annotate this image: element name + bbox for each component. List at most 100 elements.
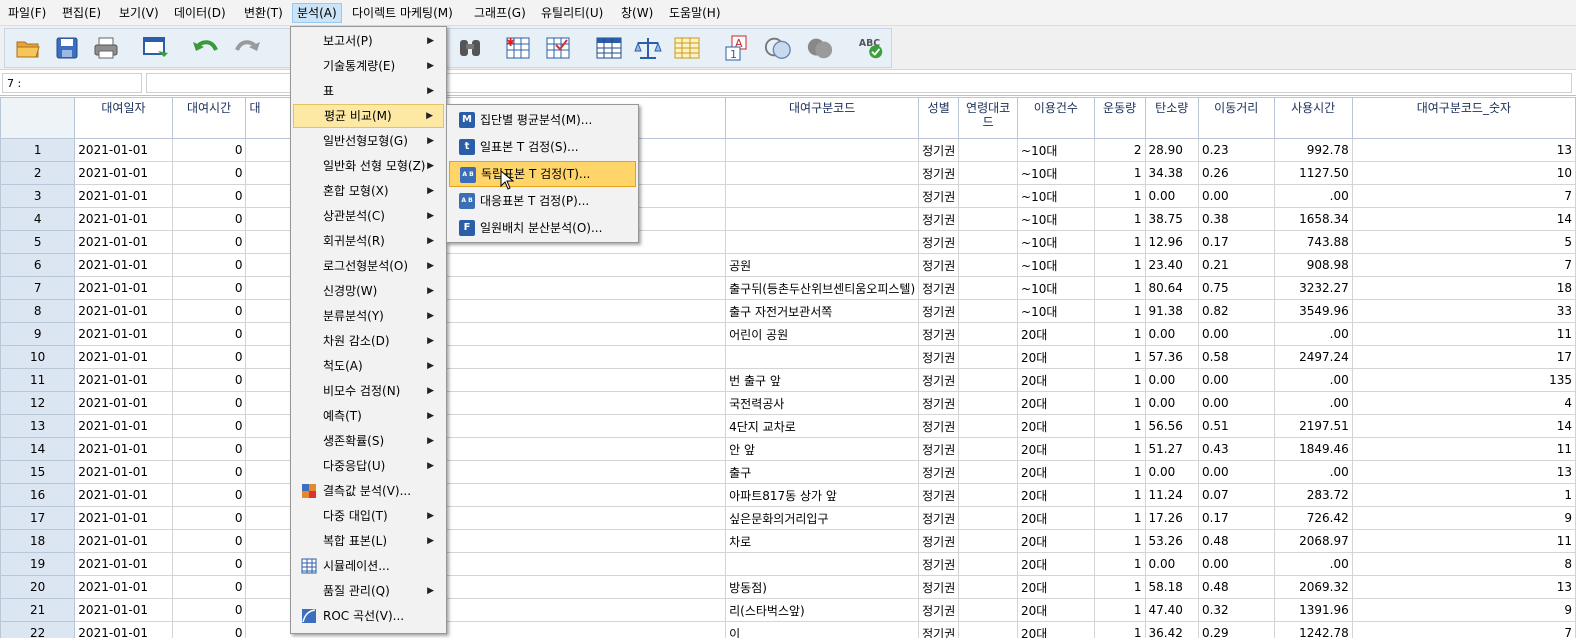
menu-item-nonparametric-tests[interactable]: 비모수 검정(N) ▶ xyxy=(293,379,444,403)
value-labels-icon[interactable]: A1 xyxy=(724,34,752,62)
table-cell[interactable]: 2068.97 xyxy=(1273,529,1353,553)
table-cell[interactable]: 2069.32 xyxy=(1273,575,1353,599)
table-cell[interactable]: 0.21 xyxy=(1197,253,1275,277)
table-cell[interactable]: .00 xyxy=(1273,552,1353,576)
table-cell[interactable]: 57.36 xyxy=(1144,345,1199,369)
table-cell[interactable]: 리(스타벅스앞) xyxy=(725,598,920,622)
save-icon[interactable] xyxy=(53,34,81,62)
table-cell[interactable]: 2197.51 xyxy=(1273,414,1353,438)
table-cell[interactable]: 2021-01-01 xyxy=(74,253,173,277)
table-cell[interactable]: 1 xyxy=(1093,460,1146,484)
table-cell[interactable]: 4 xyxy=(1351,391,1576,415)
table-cell[interactable] xyxy=(958,552,1019,576)
row-number[interactable]: 16 xyxy=(0,483,76,507)
table-cell[interactable]: 2021-01-01 xyxy=(74,207,173,231)
table-cell[interactable]: 0 xyxy=(171,529,247,553)
column-header[interactable]: 연령대코드 xyxy=(958,97,1019,139)
table-cell[interactable] xyxy=(958,414,1019,438)
column-header[interactable]: 이동거리 xyxy=(1197,97,1275,139)
table-cell[interactable]: 4단지 교차로 xyxy=(725,414,920,438)
table-cell[interactable]: 34.38 xyxy=(1144,161,1199,185)
table-cell[interactable]: 1 xyxy=(1093,299,1146,323)
menu-item-reports[interactable]: 보고서(P) ▶ xyxy=(293,29,444,53)
table-cell[interactable]: 1 xyxy=(1093,414,1146,438)
row-number[interactable]: 10 xyxy=(0,345,76,369)
table-cell[interactable]: 0.58 xyxy=(1197,345,1275,369)
spelling-icon[interactable]: ABC xyxy=(858,34,886,62)
table-cell[interactable]: 58.18 xyxy=(1144,575,1199,599)
table-cell[interactable]: 20대 xyxy=(1017,483,1095,507)
table-cell[interactable]: 2021-01-01 xyxy=(74,460,173,484)
table-cell[interactable]: ~10대 xyxy=(1017,161,1095,185)
column-header[interactable]: 대여구분코드_숫자 xyxy=(1351,97,1576,139)
table-cell[interactable]: 1242.78 xyxy=(1273,621,1353,638)
menu-item-simulation[interactable]: 시뮬레이션... xyxy=(293,554,444,578)
table-cell[interactable]: 11 xyxy=(1351,529,1576,553)
table-cell[interactable]: 11.24 xyxy=(1144,483,1199,507)
table-cell[interactable]: 0 xyxy=(171,230,247,254)
corner-cell[interactable] xyxy=(0,97,76,139)
table-cell[interactable]: 20대 xyxy=(1017,437,1095,461)
table-cell[interactable]: 7 xyxy=(1351,253,1576,277)
table-cell[interactable]: ~10대 xyxy=(1017,138,1095,162)
table-cell[interactable]: 정기권 xyxy=(918,322,960,346)
table-cell[interactable]: 출구 자전거보관서쪽 xyxy=(725,299,920,323)
column-header[interactable]: 이용건수 xyxy=(1017,97,1095,139)
submenu-item-independent-samples-t-test[interactable]: A B 독립표본 T 검정(T)... xyxy=(449,161,636,187)
table-cell[interactable]: 12.96 xyxy=(1144,230,1199,254)
table-cell[interactable] xyxy=(958,345,1019,369)
table-cell[interactable] xyxy=(958,598,1019,622)
table-cell[interactable]: .00 xyxy=(1273,460,1353,484)
redo-icon[interactable] xyxy=(233,34,261,62)
row-number[interactable]: 5 xyxy=(0,230,76,254)
menu-item-correlate[interactable]: 상관분석(C) ▶ xyxy=(293,204,444,228)
menu-item-survival[interactable]: 생존확률(S) ▶ xyxy=(293,429,444,453)
table-cell[interactable]: 1 xyxy=(1351,483,1576,507)
row-number[interactable]: 20 xyxy=(0,575,76,599)
table-cell[interactable]: 1 xyxy=(1093,276,1146,300)
row-number[interactable]: 4 xyxy=(0,207,76,231)
table-cell[interactable]: 2021-01-01 xyxy=(74,230,173,254)
table-cell[interactable] xyxy=(725,552,920,576)
row-number[interactable]: 17 xyxy=(0,506,76,530)
table-cell[interactable]: 726.42 xyxy=(1273,506,1353,530)
table-cell[interactable]: 0 xyxy=(171,253,247,277)
table-cell[interactable]: 2021-01-01 xyxy=(74,184,173,208)
table-cell[interactable]: 1 xyxy=(1093,483,1146,507)
table-cell[interactable]: 어린이 공원 xyxy=(725,322,920,346)
table-cell[interactable]: 51.27 xyxy=(1144,437,1199,461)
table-cell[interactable]: 1 xyxy=(1093,368,1146,392)
table-cell[interactable]: 1 xyxy=(1093,391,1146,415)
cell-reference-field[interactable]: 7 : xyxy=(2,73,142,93)
table-cell[interactable]: 0 xyxy=(171,414,247,438)
open-icon[interactable] xyxy=(14,34,42,62)
table-cell[interactable]: 정기권 xyxy=(918,230,960,254)
table-cell[interactable]: .00 xyxy=(1273,322,1353,346)
table-cell[interactable]: 정기권 xyxy=(918,506,960,530)
table-cell[interactable]: 0 xyxy=(171,345,247,369)
table-cell[interactable]: 2021-01-01 xyxy=(74,437,173,461)
menu-view[interactable]: 보기(V) xyxy=(115,3,163,23)
table-cell[interactable]: ~10대 xyxy=(1017,253,1095,277)
table-cell[interactable]: 1 xyxy=(1093,598,1146,622)
undo-icon[interactable] xyxy=(192,34,220,62)
table-cell[interactable] xyxy=(958,276,1019,300)
table-cell[interactable] xyxy=(958,207,1019,231)
table-cell[interactable]: 20대 xyxy=(1017,460,1095,484)
menu-item-descriptive-statistics[interactable]: 기술통계량(E) ▶ xyxy=(293,54,444,78)
row-number[interactable]: 21 xyxy=(0,598,76,622)
row-number[interactable]: 22 xyxy=(0,621,76,638)
table-cell[interactable]: 80.64 xyxy=(1144,276,1199,300)
row-number[interactable]: 6 xyxy=(0,253,76,277)
row-number[interactable]: 11 xyxy=(0,368,76,392)
table-cell[interactable]: 정기권 xyxy=(918,276,960,300)
table-cell[interactable]: 0.00 xyxy=(1197,184,1275,208)
table-cell[interactable]: 정기권 xyxy=(918,529,960,553)
table-cell[interactable]: 1 xyxy=(1093,575,1146,599)
table-cell[interactable]: 차로 xyxy=(725,529,920,553)
table-cell[interactable]: 0 xyxy=(171,161,247,185)
table-cell[interactable]: 출구 xyxy=(725,460,920,484)
table-cell[interactable]: 0 xyxy=(171,460,247,484)
table-cell[interactable]: 908.98 xyxy=(1273,253,1353,277)
menu-data[interactable]: 데이터(D) xyxy=(170,3,230,23)
